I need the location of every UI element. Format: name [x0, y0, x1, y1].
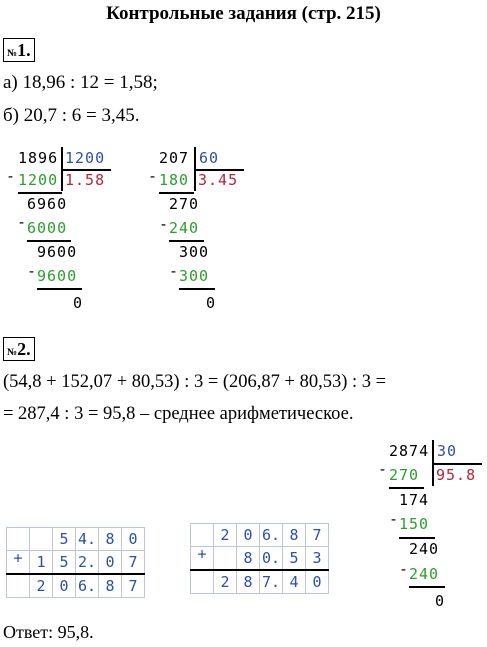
task-1-header: №1. — [3, 38, 35, 62]
minus-sign: - — [148, 167, 159, 185]
digit-cell: 2 — [29, 573, 53, 598]
digit-cell: 0. — [259, 546, 283, 571]
digit-cell: 7 — [305, 523, 329, 547]
digit-cell: 8 — [98, 527, 122, 551]
dividend: 2874 — [389, 442, 430, 460]
digit-cell: 0 — [121, 527, 145, 551]
digit-cell — [29, 527, 53, 551]
subtrahend: 9600 — [37, 267, 78, 285]
plus-sign: + — [190, 546, 214, 571]
digit-cell: 5 — [282, 546, 306, 571]
subtrahend: 300 — [179, 267, 210, 285]
digit-cell: 4. — [75, 527, 99, 551]
digit-cell: 2 — [213, 523, 237, 547]
dividend: 207 — [159, 149, 190, 167]
remainder: 6960 — [27, 195, 68, 213]
digit-cell: 3 — [305, 546, 329, 571]
task-2-header: №2. — [3, 337, 35, 361]
answer: Ответ: 95,8. — [3, 622, 94, 642]
remainder: 300 — [179, 243, 210, 261]
minus-sign: - — [378, 460, 389, 478]
remainder: 9600 — [37, 243, 78, 261]
subtrahend: 270 — [389, 466, 420, 484]
remainder: 0 — [435, 592, 446, 610]
task-1-line-b: б) 20,7 : 6 = 3,45. — [3, 105, 140, 126]
digit-cell: 6. — [259, 523, 283, 547]
task-1-line-a: а) 18,96 : 12 = 1,58; — [3, 72, 158, 93]
subtrahend: 180 — [159, 171, 190, 189]
digit-cell: 1 — [29, 550, 53, 575]
digit-cell — [190, 569, 214, 594]
subtrahend: 1200 — [18, 171, 59, 189]
minus-sign: - — [17, 213, 28, 231]
subtrahend: 240 — [409, 565, 440, 583]
sum-row: 2 8 7. 4 0 — [190, 569, 329, 594]
quotient: 95.8 — [436, 466, 477, 484]
digit-cell: 5 — [52, 527, 76, 551]
minus-sign: - — [169, 262, 180, 280]
addend-row: + 8 0. 5 3 — [190, 546, 329, 571]
remainder: 0 — [206, 294, 217, 312]
column-addition-1: 5 4. 8 0 + 1 5 2. 0 7 2 0 6. 8 7 — [6, 527, 145, 598]
subtrahend: 240 — [169, 219, 200, 237]
task-number: 2. — [17, 339, 31, 359]
digit-cell: 7 — [121, 573, 145, 598]
sum-row: 2 0 6. 8 7 — [6, 573, 145, 598]
minus-sign: - — [389, 510, 400, 528]
remainder: 0 — [73, 294, 84, 312]
subtrahend: 6000 — [27, 219, 68, 237]
digit-cell: 4 — [282, 569, 306, 594]
digit-cell — [213, 546, 237, 571]
divisor: 1200 — [65, 149, 106, 167]
remainder: 270 — [169, 195, 200, 213]
digit-cell — [6, 573, 30, 598]
digit-cell: 0 — [305, 569, 329, 594]
digit-cell: 5 — [52, 550, 76, 575]
addend-row: + 1 5 2. 0 7 — [6, 550, 145, 575]
digit-cell: 8 — [98, 573, 122, 598]
digit-cell — [6, 527, 30, 551]
quotient: 3.45 — [198, 171, 239, 189]
subtrahend: 150 — [399, 515, 430, 533]
digit-cell: 2 — [213, 569, 237, 594]
digit-cell: 8 — [282, 523, 306, 547]
dividend: 1896 — [18, 149, 59, 167]
number-sign: № — [7, 48, 18, 59]
remainder: 240 — [409, 540, 440, 558]
digit-cell: 8 — [236, 569, 260, 594]
page-title: Контрольные задания (стр. 215) — [106, 3, 381, 24]
minus-sign: - — [399, 560, 410, 578]
digit-cell: 8 — [236, 546, 260, 571]
plus-sign: + — [6, 550, 30, 575]
digit-cell — [190, 523, 214, 547]
minus-sign: - — [6, 167, 17, 185]
digit-cell: 7. — [259, 569, 283, 594]
digit-cell: 0 — [98, 550, 122, 575]
task-2-line-1: (54,8 + 152,07 + 80,53) : 3 = (206,87 + … — [3, 372, 387, 392]
digit-cell: 6. — [75, 573, 99, 598]
addend-row: 2 0 6. 8 7 — [190, 523, 329, 547]
digit-cell: 7 — [121, 550, 145, 575]
digit-cell: 0 — [52, 573, 76, 598]
divisor: 60 — [199, 149, 220, 167]
remainder: 174 — [399, 491, 430, 509]
quotient: 1.58 — [65, 171, 106, 189]
column-addition-2: 2 0 6. 8 7 + 8 0. 5 3 2 8 7. 4 0 — [190, 523, 329, 594]
task-2-line-2: = 287,4 : 3 = 95,8 – среднее арифметичес… — [3, 404, 354, 424]
digit-cell: 0 — [236, 523, 260, 547]
divisor: 30 — [437, 442, 458, 460]
minus-sign: - — [159, 215, 170, 233]
number-sign: № — [7, 347, 18, 358]
digit-cell: 2. — [75, 550, 99, 575]
addend-row: 5 4. 8 0 — [6, 527, 145, 551]
minus-sign: - — [27, 262, 38, 280]
task-number: 1. — [17, 40, 31, 60]
